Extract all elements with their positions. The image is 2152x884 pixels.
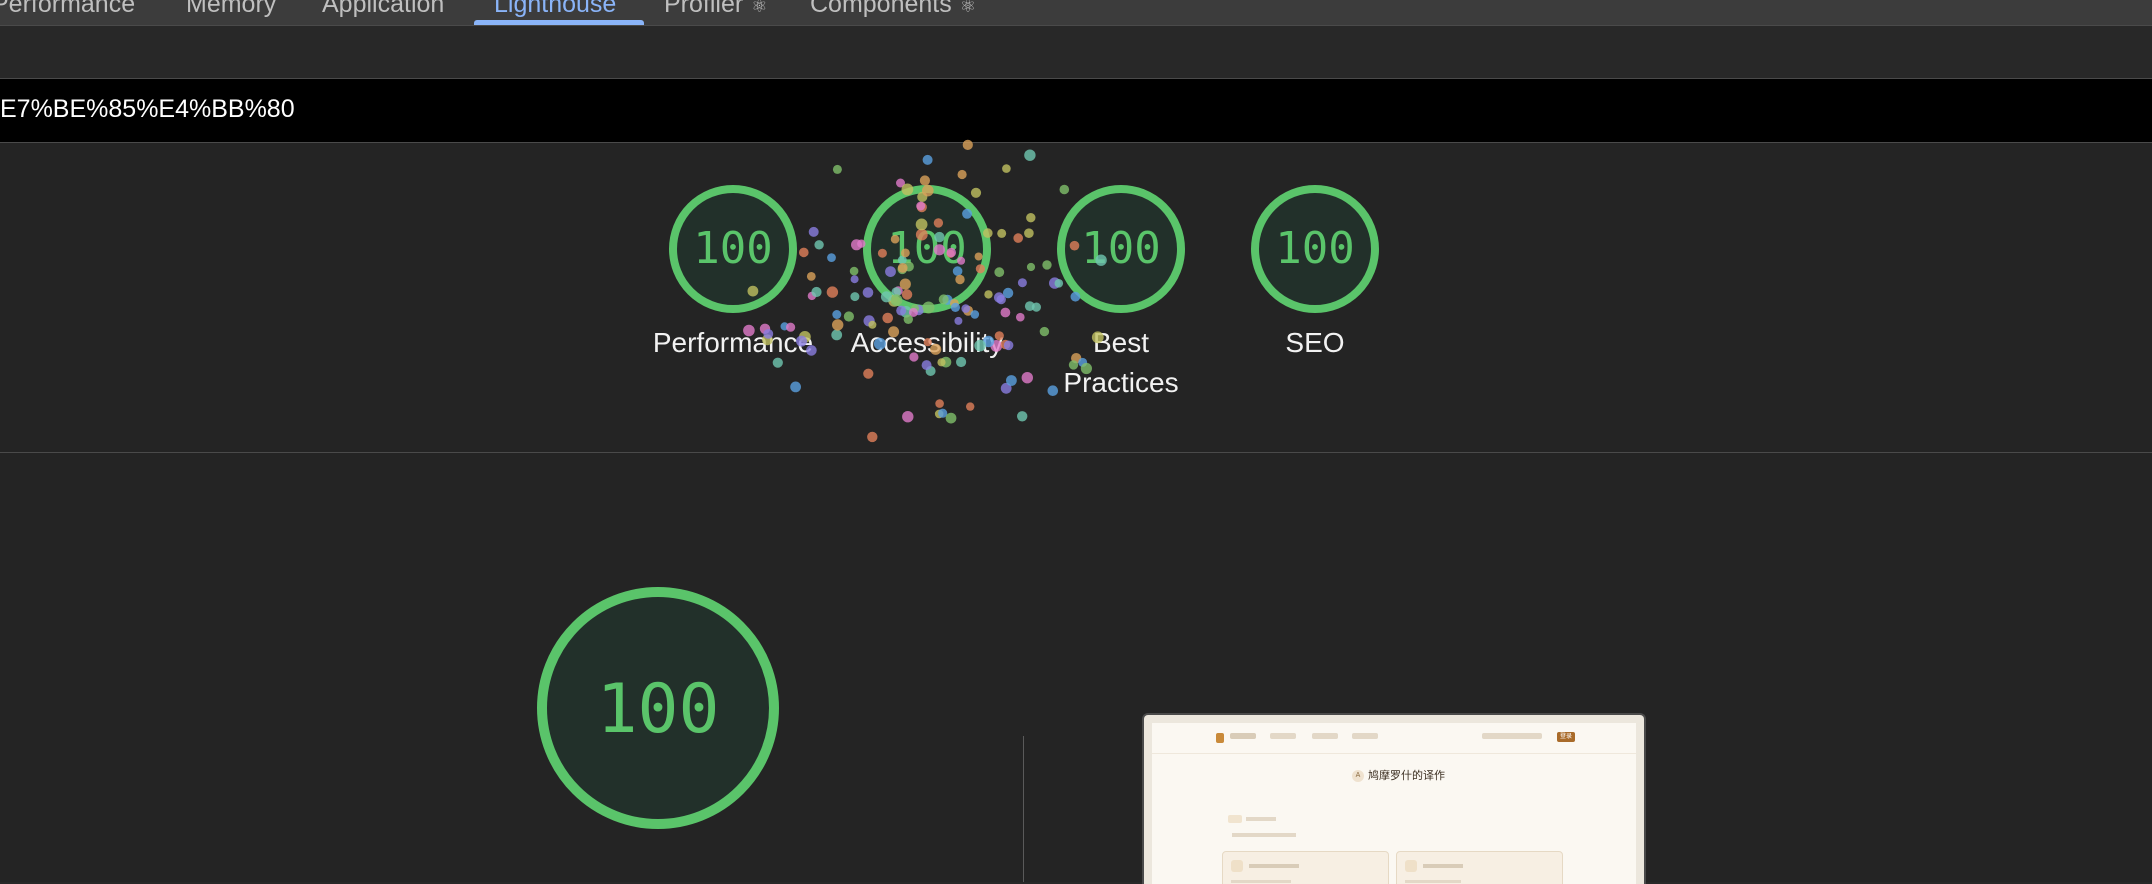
- screenshot-nav-tools: [1482, 733, 1542, 739]
- active-tab-indicator: [474, 20, 644, 25]
- react-atom-icon: ⚛: [751, 0, 768, 16]
- gauge-ring: 100: [1251, 185, 1379, 313]
- tab-label: Lighthouse: [494, 0, 617, 18]
- tab-label: Memory: [186, 0, 277, 18]
- screenshot-card-line: [1423, 864, 1463, 868]
- gauge-label: Accessibility: [850, 327, 1004, 358]
- tab-label: Components: [810, 0, 952, 18]
- gauge-label: SEO: [1285, 327, 1345, 358]
- screenshot-card-line: [1249, 864, 1299, 868]
- category-score-gauge: 100: [537, 587, 779, 829]
- gauge-score: 100: [887, 223, 966, 274]
- screenshot-login-button: 登录: [1557, 732, 1575, 742]
- gauge-score: 100: [1081, 223, 1160, 274]
- screenshot-title-text: 鸠摩罗什的译作: [1368, 770, 1445, 782]
- gauge-best-practices[interactable]: 100 Best Practices: [1021, 183, 1221, 403]
- screenshot-meta-line: [1232, 833, 1296, 837]
- gauge-score: 100: [1275, 223, 1354, 274]
- screenshot-navbar: 登录: [1152, 723, 1636, 754]
- screenshot-title-icon: A: [1352, 770, 1364, 783]
- screenshot-nav-item: [1352, 733, 1378, 739]
- tab-components[interactable]: Components ⚛: [810, 0, 976, 25]
- gauge-accessibility[interactable]: 100 Accessibility: [827, 183, 1027, 363]
- tab-label: Application: [322, 0, 445, 18]
- screenshot-nav-item: [1312, 733, 1338, 739]
- category-detail: 100 登录 A 鸠摩罗什的译作: [0, 453, 2152, 884]
- gauge-ring: 100: [1057, 185, 1185, 313]
- screenshot-nav-item: [1230, 733, 1256, 739]
- devtools-tab-bar: Performance Memory Application Lighthous…: [0, 0, 2152, 26]
- gauge-ring: 100: [863, 185, 991, 313]
- gauge-seo[interactable]: 100 SEO: [1215, 183, 1415, 363]
- score-summary: 100 Performance 100 Accessibility 100 Be…: [0, 143, 2152, 453]
- gauge-label: Performance: [652, 327, 814, 358]
- screenshot-tag: [1228, 815, 1242, 823]
- report-url[interactable]: E7%BE%85%E4%BB%80: [0, 95, 295, 124]
- tab-label: Performance: [0, 0, 136, 18]
- screenshot-card-icon: [1405, 860, 1417, 872]
- screenshot-title: A 鸠摩罗什的译作: [1352, 767, 1445, 783]
- gauge-label: Best Practices: [1063, 327, 1179, 398]
- tab-memory[interactable]: Memory: [186, 0, 276, 25]
- tab-performance[interactable]: Performance: [0, 0, 135, 25]
- screenshot-card: [1222, 851, 1389, 884]
- screenshot-card-icon: [1231, 860, 1243, 872]
- gauge-performance[interactable]: 100 Performance: [633, 183, 833, 363]
- vertical-divider: [1023, 736, 1024, 882]
- category-score: 100: [597, 670, 720, 749]
- report-url-bar: E7%BE%85%E4%BB%80: [0, 79, 2152, 143]
- tab-profiler[interactable]: Profiler ⚛: [664, 0, 767, 25]
- screenshot-logo-icon: [1216, 733, 1224, 743]
- lighthouse-toolbar: [0, 26, 2152, 79]
- page-screenshot-thumbnail[interactable]: 登录 A 鸠摩罗什的译作: [1142, 713, 1646, 884]
- screenshot-meta-line: [1246, 817, 1276, 821]
- tab-application[interactable]: Application: [322, 0, 444, 25]
- gauge-ring: 100: [669, 185, 797, 313]
- tab-label: Profiler: [664, 0, 744, 18]
- screenshot-nav-item: [1270, 733, 1296, 739]
- react-atom-icon: ⚛: [959, 0, 976, 16]
- screenshot-page: 登录 A 鸠摩罗什的译作: [1152, 723, 1636, 884]
- screenshot-card: [1396, 851, 1563, 884]
- gauge-score: 100: [693, 223, 772, 274]
